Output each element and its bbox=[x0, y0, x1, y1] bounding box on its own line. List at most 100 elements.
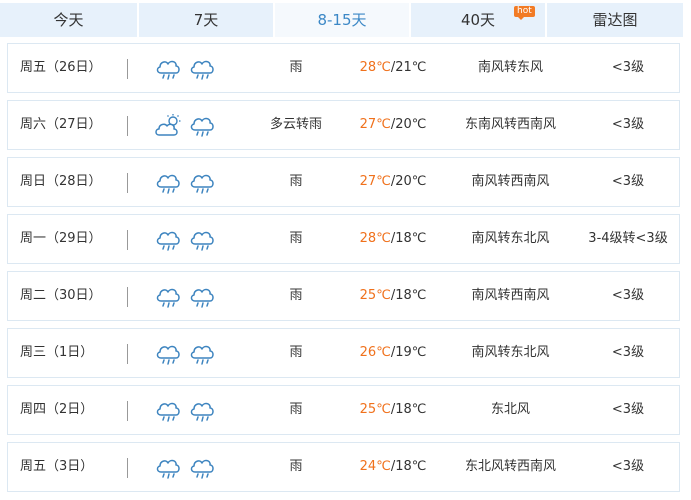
row-wind-level: 3-4级转<3级 bbox=[588, 231, 668, 246]
tab-40-days[interactable]: 40天 hot bbox=[411, 3, 545, 37]
row-weather: 雨 bbox=[289, 231, 303, 246]
forecast-row[interactable]: 周三（1日） 雨 26℃/19℃ 南风转东北风 <3级 bbox=[7, 328, 680, 378]
rain-cloud-icon bbox=[190, 231, 214, 251]
tab-radar[interactable]: 雷达图 bbox=[547, 3, 683, 37]
tab-label: 40天 bbox=[460, 11, 496, 29]
row-weather: 雨 bbox=[289, 288, 303, 303]
divider bbox=[127, 116, 128, 136]
high-temp: 27℃ bbox=[359, 117, 391, 132]
row-wind-level: <3级 bbox=[611, 174, 645, 189]
row-weather: 雨 bbox=[289, 174, 303, 189]
rain-cloud-icon bbox=[156, 60, 180, 80]
divider bbox=[127, 59, 128, 79]
weather-icons bbox=[154, 170, 222, 196]
forecast-tabs: 今天 7天 8-15天 40天 hot 雷达图 bbox=[0, 3, 687, 37]
high-temp: 24℃ bbox=[359, 459, 391, 474]
forecast-row[interactable]: 周一（29日） 雨 28℃/18℃ 南风转东北风 3-4级转<3级 bbox=[7, 214, 680, 264]
tab-label: 雷达图 bbox=[592, 11, 638, 29]
row-temperature: 26℃/19℃ bbox=[338, 329, 448, 377]
row-wind-level: <3级 bbox=[611, 459, 645, 474]
row-weather: 雨 bbox=[289, 345, 303, 360]
row-temperature: 28℃/21℃ bbox=[338, 44, 448, 92]
forecast-row[interactable]: 周二（30日） 雨 25℃/18℃ 南风转西南风 <3级 bbox=[7, 271, 680, 321]
row-date: 周一（29日） bbox=[20, 231, 102, 246]
partly-cloudy-icon bbox=[155, 114, 181, 136]
row-date: 周六（27日） bbox=[20, 117, 102, 132]
rain-cloud-icon bbox=[190, 345, 214, 365]
high-temp: 28℃ bbox=[359, 60, 391, 75]
row-date: 周二（30日） bbox=[20, 288, 102, 303]
tab-today[interactable]: 今天 bbox=[0, 3, 137, 37]
rain-cloud-icon bbox=[190, 402, 214, 422]
row-wind: 南风转西南风 bbox=[471, 174, 550, 189]
tab-7-days[interactable]: 7天 bbox=[139, 3, 273, 37]
row-wind-level: <3级 bbox=[611, 288, 645, 303]
row-date: 周日（28日） bbox=[20, 174, 102, 189]
row-wind: 南风转东北风 bbox=[471, 231, 550, 246]
weather-icons bbox=[154, 455, 222, 481]
rain-cloud-icon bbox=[156, 174, 180, 194]
forecast-row[interactable]: 周五（26日） 雨 28℃/21℃ 南风转东风 <3级 bbox=[7, 43, 680, 93]
row-temperature: 27℃/20℃ bbox=[338, 158, 448, 206]
row-date: 周五（3日） bbox=[20, 459, 94, 474]
high-temp: 27℃ bbox=[359, 174, 391, 189]
low-temp: /19℃ bbox=[390, 345, 427, 360]
rain-cloud-icon bbox=[190, 459, 214, 479]
weather-icons bbox=[154, 56, 222, 82]
row-date: 周三（1日） bbox=[20, 345, 94, 360]
rain-cloud-icon bbox=[156, 345, 180, 365]
row-wind: 东北风转西南风 bbox=[464, 459, 556, 474]
low-temp: /21℃ bbox=[390, 60, 427, 75]
tab-label: 8-15天 bbox=[317, 11, 367, 29]
hot-badge: hot bbox=[514, 6, 535, 20]
low-temp: /18℃ bbox=[390, 459, 427, 474]
forecast-row[interactable]: 周四（2日） 雨 25℃/18℃ 东北风 <3级 bbox=[7, 385, 680, 435]
row-temperature: 25℃/18℃ bbox=[338, 272, 448, 320]
forecast-row[interactable]: 周日（28日） 雨 27℃/20℃ 南风转西南风 <3级 bbox=[7, 157, 680, 207]
row-weather: 雨 bbox=[289, 60, 303, 75]
divider bbox=[127, 401, 128, 421]
row-wind: 南风转西南风 bbox=[471, 288, 550, 303]
low-temp: /18℃ bbox=[390, 288, 427, 303]
weather-icons bbox=[154, 227, 222, 253]
row-temperature: 27℃/20℃ bbox=[338, 101, 448, 149]
row-weather: 雨 bbox=[289, 402, 303, 417]
row-date: 周四（2日） bbox=[20, 402, 94, 417]
row-wind: 南风转东北风 bbox=[471, 345, 550, 360]
row-wind-level: <3级 bbox=[611, 117, 645, 132]
high-temp: 25℃ bbox=[359, 288, 391, 303]
row-wind-level: <3级 bbox=[611, 60, 645, 75]
tab-label: 7天 bbox=[193, 11, 219, 29]
low-temp: /18℃ bbox=[390, 231, 427, 246]
low-temp: /18℃ bbox=[390, 402, 427, 417]
weather-icons bbox=[154, 284, 222, 310]
row-wind-level: <3级 bbox=[611, 402, 645, 417]
rain-cloud-icon bbox=[190, 174, 214, 194]
divider bbox=[127, 173, 128, 193]
row-wind: 东南风转西南风 bbox=[464, 117, 556, 132]
high-temp: 28℃ bbox=[359, 231, 391, 246]
divider bbox=[127, 230, 128, 250]
row-wind: 东北风 bbox=[490, 402, 530, 417]
high-temp: 25℃ bbox=[359, 402, 391, 417]
divider bbox=[127, 458, 128, 478]
high-temp: 26℃ bbox=[359, 345, 391, 360]
rain-cloud-icon bbox=[190, 60, 214, 80]
row-temperature: 24℃/18℃ bbox=[338, 443, 448, 491]
weather-icons bbox=[154, 341, 222, 367]
tab-8-15-days[interactable]: 8-15天 bbox=[275, 3, 409, 37]
rain-cloud-icon bbox=[156, 459, 180, 479]
divider bbox=[127, 287, 128, 307]
forecast-row[interactable]: 周六（27日） 多云转雨 27℃/20℃ 东南风转西南风 <3级 bbox=[7, 100, 680, 150]
low-temp: /20℃ bbox=[390, 117, 427, 132]
row-weather: 雨 bbox=[289, 459, 303, 474]
rain-cloud-icon bbox=[190, 117, 214, 137]
rain-cloud-icon bbox=[156, 288, 180, 308]
rain-cloud-icon bbox=[190, 288, 214, 308]
rain-cloud-icon bbox=[156, 231, 180, 251]
row-wind-level: <3级 bbox=[611, 345, 645, 360]
low-temp: /20℃ bbox=[390, 174, 427, 189]
row-temperature: 28℃/18℃ bbox=[338, 215, 448, 263]
tab-label: 今天 bbox=[53, 11, 84, 29]
forecast-row[interactable]: 周五（3日） 雨 24℃/18℃ 东北风转西南风 <3级 bbox=[7, 442, 680, 492]
